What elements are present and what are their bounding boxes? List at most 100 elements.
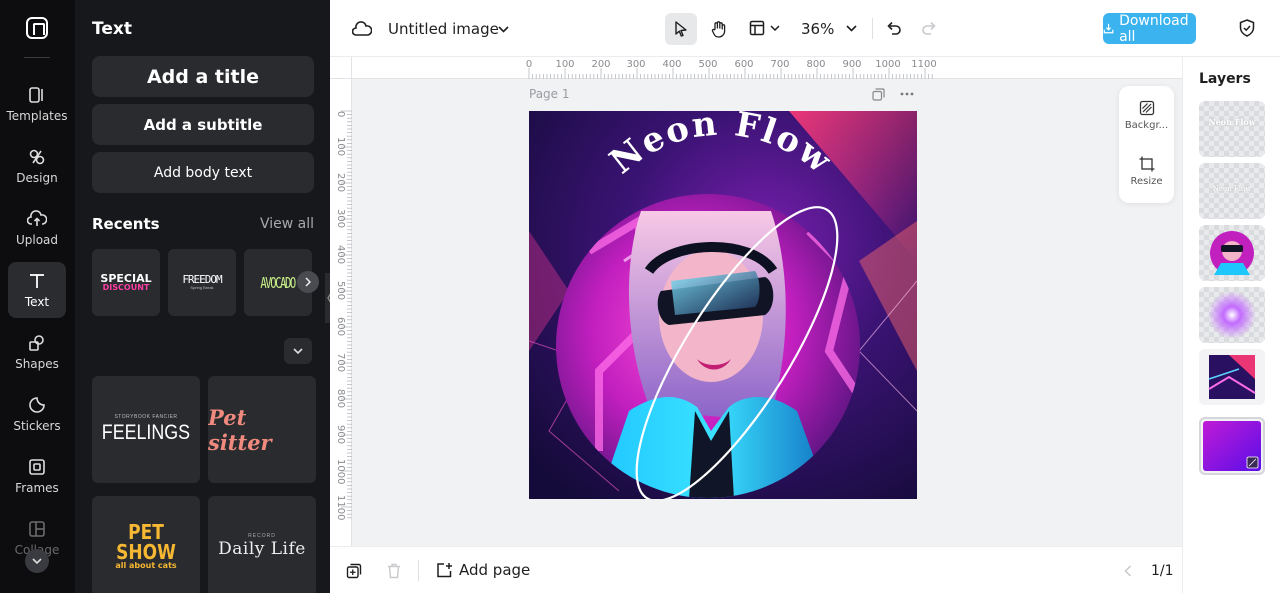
chevron-down-icon: [293, 348, 303, 354]
ruler-vertical: 0 100 200 300 400 500 600 700 800 900 10…: [330, 79, 352, 546]
frames-icon: [27, 457, 47, 477]
duplicate-page-icon[interactable]: [870, 86, 886, 102]
template-line1: Pet sitter: [208, 404, 272, 455]
layer-item-ellipse[interactable]: Neon Flow: [1199, 163, 1265, 219]
page-more-options-icon[interactable]: [898, 86, 916, 102]
view-all-link[interactable]: View all: [260, 216, 314, 232]
ruler-label: 1000: [335, 459, 346, 485]
ruler-label: 0: [335, 111, 346, 118]
ruler-horizontal-ticks: [528, 68, 933, 79]
resize-icon: [1139, 156, 1154, 172]
rail-expand-button[interactable]: [25, 549, 49, 573]
layout-icon[interactable]: [746, 17, 768, 39]
document-title[interactable]: Untitled image: [388, 20, 499, 38]
title-dropdown-chevron-icon[interactable]: [494, 20, 512, 38]
layer-text-preview: Neon Flow: [1212, 185, 1252, 193]
portrait-thumbnail: [1210, 231, 1254, 275]
recents-next-button[interactable]: [297, 271, 319, 293]
ruler-label: 0: [525, 59, 533, 70]
add-page-button[interactable]: Add page: [436, 561, 530, 579]
chevron-right-icon: [305, 277, 311, 287]
design-canvas[interactable]: Neon Flow: [529, 111, 917, 499]
background-button[interactable]: Backgr...: [1119, 100, 1174, 131]
zoom-level[interactable]: 36%: [801, 20, 834, 38]
cursor-arrow-icon: [675, 21, 687, 37]
ruler-corner: [330, 57, 352, 79]
bottom-toolbar: Add page 1/1: [330, 546, 1208, 593]
stickers-icon: [27, 395, 47, 415]
rail-item-text[interactable]: Text: [8, 262, 66, 318]
templates-icon: [27, 85, 47, 105]
delete-icon[interactable]: [384, 561, 404, 581]
ruler-label: 700: [770, 59, 790, 70]
canvas-workspace[interactable]: 0 100 200 300 400 500 600 700 800 900 10…: [330, 57, 1182, 546]
rail-item-frames[interactable]: Frames: [8, 448, 66, 504]
ruler-label: 700: [335, 353, 346, 373]
add-page-icon: [437, 562, 452, 577]
ruler-label: 300: [626, 59, 646, 70]
download-all-button[interactable]: Download all: [1103, 13, 1196, 45]
glow-thumbnail: [1208, 291, 1256, 339]
ruler-label: 200: [591, 59, 611, 70]
ruler-horizontal: 0 100 200 300 400 500 600 700 800 900 10…: [352, 57, 1182, 79]
layout-dropdown-chevron-icon[interactable]: [768, 20, 782, 36]
duplicate-icon[interactable]: [344, 561, 364, 581]
download-icon: [1103, 23, 1114, 34]
ruler-label: 500: [698, 59, 718, 70]
recent-text-freedom[interactable]: FREEDOM Spring Break: [168, 249, 236, 316]
rail-item-upload[interactable]: Upload: [8, 200, 66, 256]
layer-item-glow[interactable]: [1199, 287, 1265, 343]
background-label: Backgr...: [1124, 120, 1169, 131]
quick-actions-panel: Backgr... Resize: [1119, 86, 1174, 203]
rail-item-design[interactable]: Design: [8, 138, 66, 194]
toolbar-divider: [872, 18, 873, 39]
expand-recents-button[interactable]: [284, 338, 312, 364]
cloud-save-icon[interactable]: [351, 18, 373, 40]
ruler-label: 1100: [335, 495, 346, 521]
rail-item-shapes[interactable]: Shapes: [8, 324, 66, 380]
add-subtitle-button[interactable]: Add a subtitle: [92, 104, 314, 145]
add-title-button[interactable]: Add a title: [92, 56, 314, 97]
select-tool-button[interactable]: [665, 13, 697, 45]
collage-icon: [27, 519, 47, 539]
layer-item-headline-text[interactable]: Neon Flow: [1199, 101, 1265, 157]
layer-item-portrait[interactable]: [1199, 225, 1265, 281]
rail-label: Upload: [15, 233, 59, 247]
text-template-pet-sitter[interactable]: Pet sitter: [208, 376, 316, 483]
background-icon: [1139, 100, 1154, 116]
layer-item-background-image[interactable]: [1199, 349, 1265, 405]
text-template-feelings[interactable]: STORYBOOK FANCIER FEELINGS: [92, 376, 200, 483]
shield-icon[interactable]: [1236, 17, 1258, 39]
previous-page-icon[interactable]: [1120, 562, 1136, 580]
text-panel: Text Add a title Add a subtitle Add body…: [75, 0, 330, 593]
rail-label: Design: [16, 171, 58, 185]
hand-tool-icon[interactable]: [706, 16, 732, 42]
left-rail: Templates Design Upload Text Shapes Stic…: [0, 0, 75, 593]
app-logo-icon[interactable]: [26, 17, 48, 39]
rail-item-templates[interactable]: Templates: [7, 76, 68, 132]
zoom-dropdown-chevron-icon[interactable]: [844, 20, 858, 36]
chevron-down-icon: [32, 558, 42, 564]
recent-text-special-discount[interactable]: SPECIAL DISCOUNT: [92, 249, 160, 316]
page-label: Page 1: [529, 87, 570, 101]
rail-label: Stickers: [13, 419, 61, 433]
layers-heading: Layers: [1199, 71, 1251, 87]
ruler-label: 300: [335, 209, 346, 229]
redo-icon[interactable]: [918, 17, 940, 39]
add-body-text-button[interactable]: Add body text: [92, 152, 314, 193]
ruler-label: 200: [335, 173, 346, 193]
text-template-daily-life[interactable]: RECORD Daily Life: [208, 496, 316, 593]
ruler-label: 500: [335, 281, 346, 301]
ruler-label: 800: [335, 389, 346, 409]
template-line1: PET SHOW: [116, 520, 176, 564]
resize-label: Resize: [1130, 176, 1163, 187]
layer-item-background-fill[interactable]: [1199, 417, 1265, 475]
undo-icon[interactable]: [883, 17, 905, 39]
ruler-label: 600: [335, 317, 346, 337]
resize-button[interactable]: Resize: [1119, 156, 1174, 187]
rail-item-stickers[interactable]: Stickers: [8, 386, 66, 442]
text-template-pet-show[interactable]: PET SHOW all about cats: [92, 496, 200, 593]
ruler-label: 400: [335, 245, 346, 265]
layers-panel: Layers Neon Flow Neon Flow: [1182, 57, 1280, 593]
background-image-thumbnail: [1208, 355, 1256, 399]
